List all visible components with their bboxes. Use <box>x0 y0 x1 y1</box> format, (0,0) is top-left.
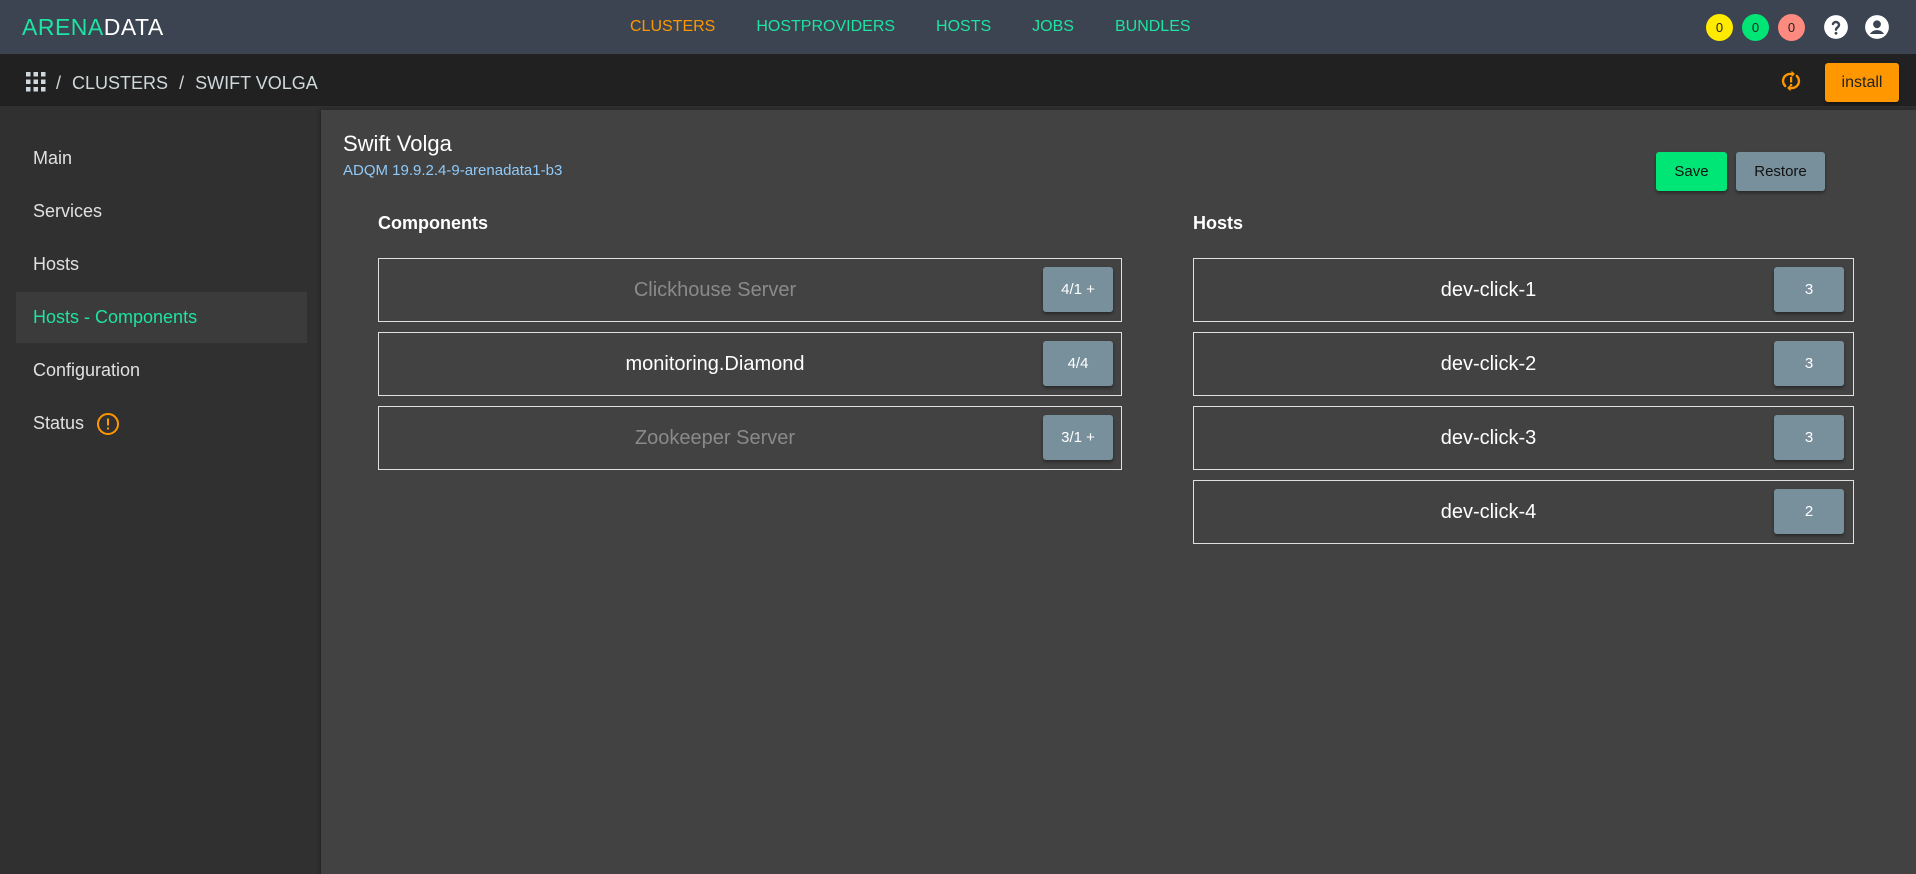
job-status-badges: 0 0 0 <box>1706 14 1814 41</box>
component-name: monitoring.Diamond <box>625 353 805 375</box>
page-title: Swift Volga <box>343 131 452 156</box>
top-bar: ARENADATA CLUSTERS HOSTPROVIDERS HOSTS J… <box>0 0 1916 54</box>
sidebar-item-services[interactable]: Services <box>16 186 307 237</box>
sidebar-item-label: Services <box>33 201 103 221</box>
success-jobs-badge[interactable]: 0 <box>1742 14 1769 41</box>
nav-clusters[interactable]: CLUSTERS <box>630 18 715 36</box>
sidebar-item-status[interactable]: Status <box>16 398 307 449</box>
alert-circle-icon <box>96 412 120 436</box>
host-name: dev-click-3 <box>1440 427 1537 449</box>
host-name: dev-click-4 <box>1440 501 1537 523</box>
breadcrumb-separator: / <box>56 73 62 93</box>
host-count-button[interactable]: 2 <box>1774 489 1844 534</box>
component-row[interactable]: Clickhouse Server 4/1 + <box>378 258 1122 322</box>
main-nav: CLUSTERS HOSTPROVIDERS HOSTS JOBS BUNDLE… <box>630 18 1232 36</box>
sidebar-item-label: Configuration <box>33 360 141 380</box>
hosts-heading: Hosts <box>1193 213 1244 233</box>
component-row[interactable]: monitoring.Diamond 4/4 <box>378 332 1122 396</box>
nav-hostproviders[interactable]: HOSTPROVIDERS <box>756 18 895 36</box>
component-count-button[interactable]: 4/4 <box>1043 341 1113 386</box>
sidebar-item-label: Status <box>33 413 85 433</box>
breadcrumb-separator: / <box>179 73 185 93</box>
sidebar-item-main[interactable]: Main <box>16 133 307 184</box>
failed-jobs-badge[interactable]: 0 <box>1778 14 1805 41</box>
component-count-button[interactable]: 4/1 + <box>1043 267 1113 312</box>
host-count-button[interactable]: 3 <box>1774 341 1844 386</box>
nav-jobs[interactable]: JOBS <box>1032 18 1074 36</box>
help-circle-icon[interactable] <box>1823 14 1849 40</box>
bundle-version[interactable]: ADQM 19.9.2.4-9-arenadata1-b3 <box>343 162 562 179</box>
host-count-button[interactable]: 3 <box>1774 415 1844 460</box>
component-name: Zookeeper Server <box>634 427 796 449</box>
sync-icon[interactable] <box>1779 69 1803 93</box>
install-button[interactable]: install <box>1825 63 1899 102</box>
sidebar-item-hosts-components[interactable]: Hosts - Components <box>16 292 307 343</box>
sidebar-item-configuration[interactable]: Configuration <box>16 345 307 396</box>
running-jobs-badge[interactable]: 0 <box>1706 14 1733 41</box>
component-row[interactable]: Zookeeper Server 3/1 + <box>378 406 1122 470</box>
host-name: dev-click-2 <box>1440 353 1537 375</box>
nav-bundles[interactable]: BUNDLES <box>1115 18 1191 36</box>
save-button[interactable]: Save <box>1656 152 1727 191</box>
host-row[interactable]: dev-click-2 3 <box>1193 332 1854 396</box>
sidebar: Main Services Hosts Hosts - Components C… <box>0 106 320 874</box>
host-row[interactable]: dev-click-1 3 <box>1193 258 1854 322</box>
breadcrumb-cluster-name[interactable]: SWIFT VOLGA <box>195 73 318 93</box>
apps-grid-icon[interactable] <box>26 72 46 92</box>
sidebar-item-label: Hosts - Components <box>33 307 198 327</box>
sidebar-item-label: Hosts <box>33 254 80 274</box>
restore-button[interactable]: Restore <box>1736 152 1825 191</box>
sidebar-item-label: Main <box>33 148 73 168</box>
component-name: Clickhouse Server <box>633 279 797 301</box>
host-row[interactable]: dev-click-3 3 <box>1193 406 1854 470</box>
nav-hosts[interactable]: HOSTS <box>936 18 991 36</box>
sidebar-item-hosts[interactable]: Hosts <box>16 239 307 290</box>
breadcrumb: / CLUSTERS / SWIFT VOLGA <box>56 73 324 94</box>
host-count-button[interactable]: 3 <box>1774 267 1844 312</box>
host-row[interactable]: dev-click-4 2 <box>1193 480 1854 544</box>
breadcrumb-clusters[interactable]: CLUSTERS <box>72 73 168 93</box>
account-circle-icon[interactable] <box>1864 14 1890 40</box>
logo[interactable]: ARENADATA <box>22 14 164 41</box>
components-heading: Components <box>378 213 488 233</box>
component-count-button[interactable]: 3/1 + <box>1043 415 1113 460</box>
host-name: dev-click-1 <box>1440 279 1537 301</box>
